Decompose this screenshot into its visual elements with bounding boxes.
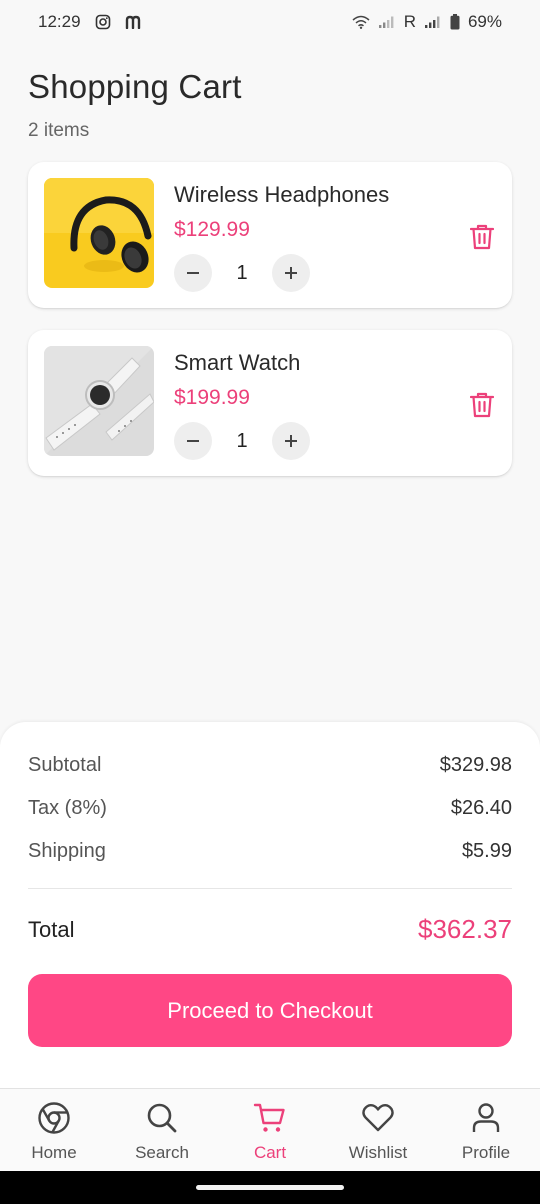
nav-label: Wishlist (348, 1143, 408, 1162)
cart-list: Wireless Headphones $129.99 1 Smart Watc… (28, 162, 512, 498)
nav-item-search[interactable]: Search (108, 1089, 216, 1172)
tax-label: Tax (8%) (28, 797, 107, 819)
tax-row: Tax (8%) $26.40 (28, 797, 512, 820)
chrome-icon (37, 1101, 71, 1135)
cart-item: Wireless Headphones $129.99 1 (28, 162, 512, 308)
status-right: R 69% (352, 12, 502, 32)
checkout-button[interactable]: Proceed to Checkout (28, 974, 512, 1047)
minus-icon (187, 272, 199, 274)
headphones-image (44, 178, 154, 288)
decrease-quantity-button[interactable] (174, 422, 212, 460)
total-value: $362.37 (418, 914, 512, 944)
wifi-icon (352, 15, 370, 29)
header: Shopping Cart 2 items (28, 68, 242, 142)
subtotal-value: $329.98 (439, 754, 512, 776)
smartwatch-image (44, 346, 154, 456)
total-label: Total (28, 916, 75, 942)
battery-level: 69% (467, 12, 502, 31)
home-gesture-handle[interactable] (196, 1185, 344, 1190)
nav-item-home[interactable]: Home (0, 1089, 108, 1172)
increase-quantity-button[interactable] (272, 422, 310, 460)
minus-icon (187, 440, 199, 442)
roaming-indicator: R (403, 12, 416, 31)
signal-icon (424, 15, 442, 29)
quantity-stepper: 1 (174, 254, 310, 292)
signal-icon (378, 15, 396, 29)
tax-value: $26.40 (450, 797, 512, 819)
battery-icon (450, 14, 460, 30)
quantity-value: 1 (236, 429, 248, 452)
shipping-row: Shipping $5.99 (28, 840, 512, 863)
messenger-m-icon (125, 15, 143, 29)
nav-label: Cart (253, 1143, 287, 1162)
instagram-icon (95, 14, 111, 30)
plus-icon (285, 435, 297, 447)
nav-item-wishlist[interactable]: Wishlist (324, 1089, 432, 1172)
quantity-value: 1 (236, 261, 248, 284)
trash-icon (470, 224, 494, 250)
trash-icon (470, 392, 494, 418)
product-price: $129.99 (174, 218, 250, 241)
search-icon (145, 1101, 179, 1135)
item-count: 2 items (28, 120, 90, 141)
cart-item: Smart Watch $199.99 1 (28, 330, 512, 476)
shipping-label: Shipping (28, 840, 106, 862)
page-title: Shopping Cart (28, 68, 242, 105)
divider (28, 888, 512, 889)
nav-label: Search (135, 1143, 189, 1162)
subtotal-row: Subtotal $329.98 (28, 754, 512, 777)
increase-quantity-button[interactable] (272, 254, 310, 292)
total-row: Total $362.37 (28, 914, 512, 945)
nav-item-profile[interactable]: Profile (432, 1089, 540, 1172)
system-nav-bar (0, 1171, 540, 1204)
person-icon (469, 1101, 503, 1135)
nav-label: Profile (461, 1143, 511, 1162)
status-bar: 12:29 R 69% (0, 0, 540, 44)
cart-icon (253, 1101, 287, 1135)
product-name: Wireless Headphones (174, 182, 390, 207)
shipping-value: $5.99 (461, 840, 512, 862)
subtotal-label: Subtotal (28, 754, 102, 776)
nav-label: Home (31, 1143, 77, 1162)
quantity-stepper: 1 (174, 422, 310, 460)
plus-icon (285, 267, 297, 279)
product-name: Smart Watch (174, 350, 301, 375)
status-time: 12:29 (38, 12, 81, 31)
decrease-quantity-button[interactable] (174, 254, 212, 292)
bottom-nav: Home Search Cart Wishlist Profile (0, 1088, 540, 1171)
product-price: $199.99 (174, 386, 250, 409)
delete-item-button[interactable] (468, 390, 496, 420)
nav-item-cart[interactable]: Cart (216, 1089, 324, 1172)
status-left: 12:29 (38, 12, 143, 32)
order-summary: Subtotal $329.98 Tax (8%) $26.40 Shippin… (0, 722, 540, 1088)
heart-icon (361, 1101, 395, 1135)
delete-item-button[interactable] (468, 222, 496, 252)
